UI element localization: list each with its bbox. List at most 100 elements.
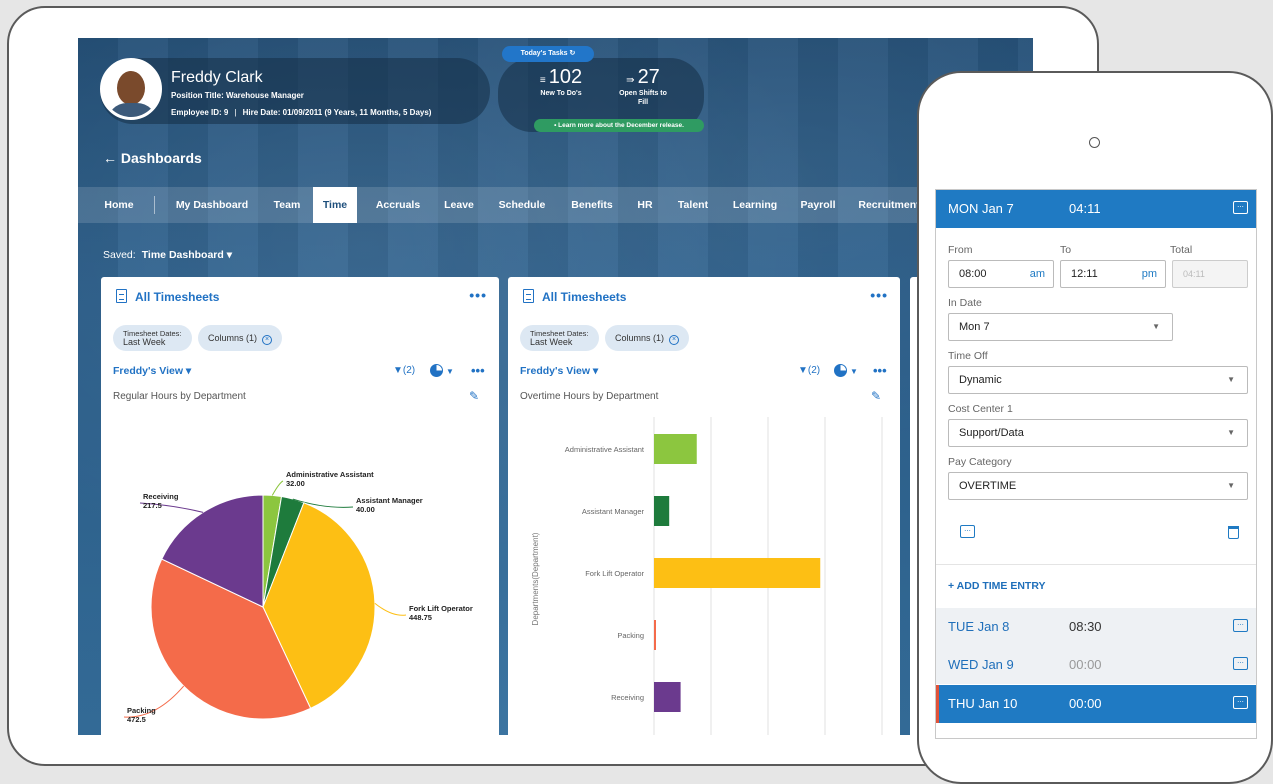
chart-type-icon[interactable]: [834, 364, 847, 377]
time-off-label: Time Off: [948, 350, 988, 362]
tab-leave[interactable]: Leave: [436, 187, 482, 223]
tab-hr[interactable]: HR: [630, 187, 660, 223]
in-date-label: In Date: [948, 297, 982, 309]
day-row-mon[interactable]: MON Jan 7 04:11 ...: [936, 190, 1256, 228]
comment-icon[interactable]: ...: [1233, 619, 1248, 632]
timesheet-dates-chip[interactable]: Timesheet Dates: Last Week: [520, 325, 599, 351]
pie-value-label: 448.75: [409, 613, 432, 622]
from-ampm[interactable]: am: [1030, 261, 1045, 287]
to-value: 12:11: [1071, 268, 1098, 280]
comment-icon[interactable]: ...: [1233, 201, 1248, 214]
tab-team[interactable]: Team: [264, 187, 310, 223]
nav-bar: Home My Dashboard Team Time Accruals Lea…: [78, 187, 1033, 223]
pay-category-label: Pay Category: [948, 456, 1012, 468]
comment-icon[interactable]: ...: [1233, 657, 1248, 670]
more-options-icon[interactable]: •••: [873, 363, 887, 378]
comment-icon[interactable]: ...: [1233, 696, 1248, 709]
position-title: Position Title: Warehouse Manager: [171, 91, 304, 100]
tab-benefits[interactable]: Benefits: [562, 187, 622, 223]
pie-value-label: 40.00: [356, 505, 375, 514]
day-row-thu[interactable]: THU Jan 10 00:00 ...: [936, 685, 1256, 723]
edit-icon[interactable]: ✎: [871, 389, 881, 403]
edit-icon[interactable]: ✎: [469, 389, 479, 403]
filter-icon: ▼: [393, 365, 403, 376]
tab-my-dashboard[interactable]: My Dashboard: [170, 187, 254, 223]
day-row-tue[interactable]: TUE Jan 8 08:30 ...: [936, 608, 1256, 646]
tab-talent[interactable]: Talent: [668, 187, 718, 223]
pie-chart: Administrative Assistant32.00 Assistant M…: [123, 470, 473, 724]
in-date-select[interactable]: Mon 7 ▼: [948, 313, 1173, 341]
timesheet-dates-chip[interactable]: Timesheet Dates: Last Week: [113, 325, 192, 351]
learn-more-link[interactable]: • Learn more about the December release.: [534, 119, 704, 132]
view-selector[interactable]: Freddy's View ▾: [520, 365, 598, 377]
day-time: 00:00: [1069, 657, 1102, 672]
more-options-icon[interactable]: •••: [471, 363, 485, 378]
tab-learning[interactable]: Learning: [726, 187, 784, 223]
camera-icon: [1089, 137, 1100, 148]
more-options-icon[interactable]: •••: [870, 287, 888, 303]
from-input[interactable]: 08:00 am: [948, 260, 1054, 288]
in-date-value: Mon 7: [959, 321, 990, 333]
trash-icon[interactable]: [1228, 526, 1239, 539]
bar-administrative-assistant[interactable]: [654, 434, 697, 464]
total-label: Total: [1170, 244, 1193, 256]
todos-stat[interactable]: ≡ 102 New To Do's: [526, 66, 596, 98]
chart-type-icon[interactable]: [430, 364, 443, 377]
bar-fork-lift-operator[interactable]: [654, 558, 821, 588]
pie-label: Assistant Manager: [356, 496, 423, 505]
chevron-down-icon[interactable]: ▼: [446, 367, 454, 376]
bar-assistant-manager[interactable]: [654, 496, 670, 526]
tab-accruals[interactable]: Accruals: [368, 187, 428, 223]
bar-receiving[interactable]: [654, 682, 681, 712]
columns-chip[interactable]: Columns (1) ×: [605, 325, 690, 351]
card-regular-hours: All Timesheets ••• Timesheet Dates: Last …: [101, 277, 499, 735]
card-title[interactable]: All Timesheets: [542, 290, 626, 304]
dashboard-screen: Freddy Clark Position Title: Warehouse M…: [78, 38, 1033, 735]
document-icon: [116, 289, 127, 303]
to-input[interactable]: 12:11 pm: [1060, 260, 1166, 288]
chevron-down-icon: ▼: [1227, 481, 1235, 490]
todos-count: 102: [548, 66, 583, 88]
bar-packing[interactable]: [654, 620, 656, 650]
avatar[interactable]: [100, 58, 162, 120]
todays-tasks-button[interactable]: Today's Tasks ↻: [502, 46, 594, 62]
more-options-icon[interactable]: •••: [469, 287, 487, 303]
tab-time[interactable]: Time: [313, 187, 357, 223]
selected-indicator: [936, 685, 939, 723]
pie-label: Packing: [127, 706, 156, 715]
shifts-label-2: Fill: [637, 99, 649, 106]
chevron-down-icon[interactable]: ▼: [850, 367, 858, 376]
pay-category-select[interactable]: OVERTIME ▼: [948, 472, 1248, 500]
todays-tasks-label: Today's Tasks: [520, 50, 568, 57]
card-overtime-hours: All Timesheets ••• Timesheet Dates: Last …: [508, 277, 900, 735]
to-ampm[interactable]: pm: [1142, 261, 1157, 287]
employee-name: Freddy Clark: [171, 69, 263, 86]
cost-center-select[interactable]: Support/Data ▼: [948, 419, 1248, 447]
saved-dashboard-select[interactable]: Time Dashboard ▾: [142, 249, 232, 261]
close-icon[interactable]: ×: [262, 335, 273, 345]
back-to-dashboards[interactable]: ← Dashboards: [103, 150, 202, 166]
tab-payroll[interactable]: Payroll: [792, 187, 844, 223]
tab-recruitment[interactable]: Recruitment: [852, 187, 926, 223]
view-selector[interactable]: Freddy's View ▾: [113, 365, 191, 377]
document-icon: [523, 289, 534, 303]
saved-dashboard: Saved: Time Dashboard ▾: [103, 249, 232, 261]
filter-button[interactable]: ▼(2): [798, 365, 820, 376]
to-label: To: [1060, 244, 1072, 256]
hire-date: Hire Date: 01/09/2011 (9 Years, 11 Month…: [242, 108, 432, 117]
day-row-wed[interactable]: WED Jan 9 00:00 ...: [936, 646, 1256, 684]
card-title[interactable]: All Timesheets: [135, 290, 219, 304]
time-off-select[interactable]: Dynamic ▼: [948, 366, 1248, 394]
day-label: TUE Jan 8: [948, 619, 1010, 634]
shifts-stat[interactable]: ⇛ 27 Open Shifts to Fill: [606, 66, 680, 107]
comment-icon[interactable]: ...: [960, 525, 975, 538]
tab-home[interactable]: Home: [96, 187, 142, 223]
close-icon[interactable]: ×: [669, 335, 680, 345]
filter-count: (2): [402, 365, 416, 376]
columns-chip[interactable]: Columns (1) ×: [198, 325, 283, 351]
shifts-count: 27: [637, 66, 660, 88]
filter-button[interactable]: ▼(2): [393, 365, 415, 376]
add-time-entry-button[interactable]: + ADD TIME ENTRY: [948, 580, 1046, 592]
pie-leader-line: [271, 480, 284, 496]
tab-schedule[interactable]: Schedule: [492, 187, 552, 223]
